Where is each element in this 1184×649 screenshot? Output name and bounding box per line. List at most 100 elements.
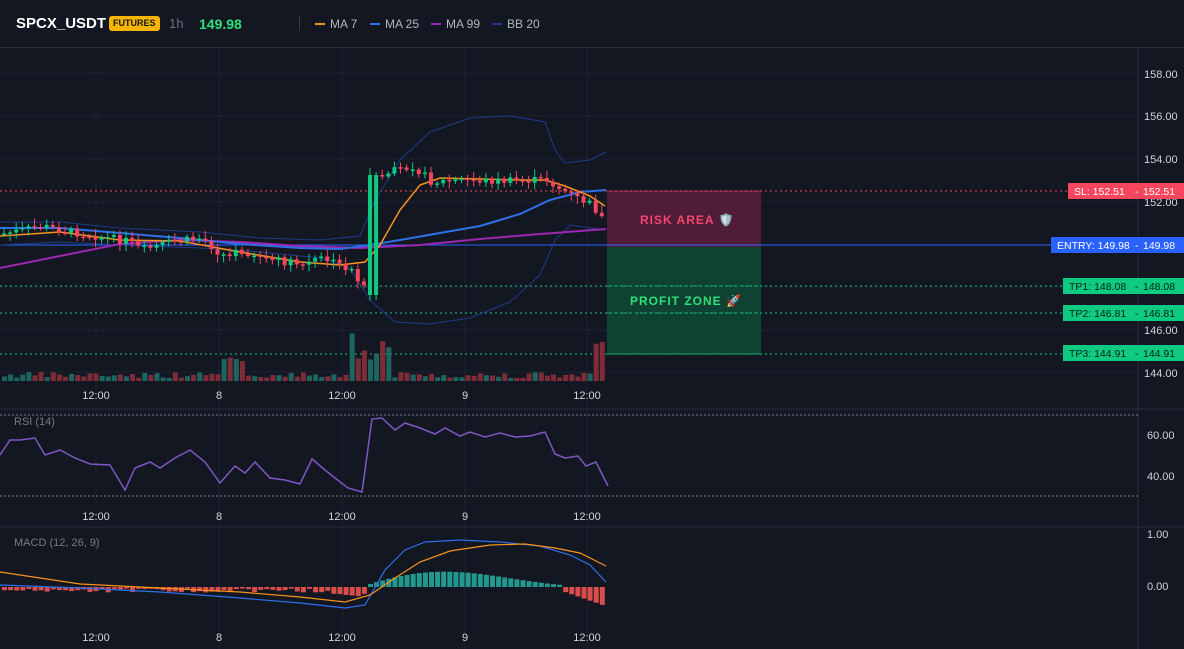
macd-histogram-bar <box>557 584 563 587</box>
macd-histogram-bar <box>502 577 508 587</box>
macd-histogram-bar <box>569 587 575 595</box>
candle-body <box>459 178 464 181</box>
volume-bar <box>26 372 32 381</box>
macd-histogram-bar <box>514 579 520 587</box>
candle-body <box>368 175 372 295</box>
volume-bar <box>587 373 593 381</box>
candle-body <box>14 229 19 233</box>
volume-bar <box>300 372 306 381</box>
candle-body <box>361 281 366 286</box>
volume-bar <box>410 374 416 381</box>
volume-bar <box>252 376 258 381</box>
volume-bar <box>136 377 142 381</box>
volume-bar <box>142 372 148 381</box>
macd-histogram-bar <box>8 587 14 591</box>
candle-body <box>191 236 196 240</box>
candle-body <box>343 263 348 271</box>
macd-histogram-bar <box>471 573 477 587</box>
volume-bar <box>148 375 154 381</box>
macd-histogram-bar <box>166 587 172 592</box>
macd-histogram-bar <box>477 574 483 587</box>
tp1-label[interactable]: TP1: 148.08 148.08 - <box>1063 278 1184 294</box>
candle-body <box>105 237 110 239</box>
candle-body <box>294 259 299 265</box>
candle-body <box>276 257 281 260</box>
candle-body <box>331 259 336 262</box>
time-tick: 12:00 <box>573 511 601 523</box>
volume-bar <box>75 375 81 381</box>
macd-histogram-bar <box>349 587 355 596</box>
candle-body <box>300 264 305 266</box>
tp1-label-dash: - <box>1135 281 1139 293</box>
volume-bar <box>398 372 404 381</box>
time-tick: 9 <box>462 632 468 644</box>
candle-body <box>239 249 244 255</box>
time-axis-main[interactable]: 12:00 8 12:00 9 12:00 <box>82 390 601 402</box>
price-axis[interactable]: 158.00 156.00 154.00 152.00 146.00 144.0… <box>1144 69 1178 380</box>
macd-histogram-bar <box>239 587 245 589</box>
candle-body <box>227 254 232 257</box>
sl-axis-price: 152.51 <box>1143 186 1175 198</box>
volume-bar <box>294 376 300 381</box>
volume-bar <box>117 374 123 381</box>
macd-histogram-bar <box>593 587 599 603</box>
rsi-tick: 60.00 <box>1147 430 1175 442</box>
candle-body <box>93 236 98 240</box>
entry-label[interactable]: ENTRY: 149.98 149.98 - <box>1051 237 1184 253</box>
volume-bar <box>130 374 136 381</box>
candle-body <box>203 238 208 241</box>
volume-bar <box>44 377 50 381</box>
volume-bar <box>264 377 270 381</box>
candle-body <box>87 236 92 239</box>
macd-histogram-bar <box>288 587 294 589</box>
volume-bar <box>233 359 239 381</box>
time-tick: 12:00 <box>328 632 356 644</box>
candle-body <box>270 257 275 260</box>
volume-bar <box>557 377 563 381</box>
candle-body <box>282 257 287 266</box>
candle-body <box>544 177 549 182</box>
rsi-axis: 60.00 40.00 <box>1147 430 1175 483</box>
candle-body <box>386 173 391 177</box>
price-tick: 154.00 <box>1144 154 1178 166</box>
candle-body <box>496 178 501 184</box>
candle-body <box>538 176 543 179</box>
profit-zone-label: PROFIT ZONE 🚀 <box>630 294 742 308</box>
macd-histogram-bar <box>185 587 190 589</box>
macd-histogram-bar <box>398 576 404 587</box>
volume-bar <box>160 377 166 381</box>
macd-histogram-bar <box>233 587 239 590</box>
tp2-axis-price: 146.81 <box>1143 308 1175 320</box>
macd-histogram-bar <box>368 584 373 587</box>
volume-bar <box>172 372 178 381</box>
volume-bar <box>246 375 251 381</box>
volume-bar <box>435 377 441 381</box>
macd-histogram-bar <box>325 587 331 591</box>
candle-body <box>209 240 214 250</box>
candle-body <box>154 244 159 248</box>
volume-bar <box>593 343 599 381</box>
candle-body <box>56 226 61 233</box>
volume-bar <box>490 375 495 381</box>
sl-label[interactable]: SL: 152.51 152.51 - <box>1068 183 1184 199</box>
time-tick: 12:00 <box>82 390 110 402</box>
volume-bar <box>63 376 68 381</box>
time-tick: 9 <box>462 511 468 523</box>
tp3-label[interactable]: TP3: 144.91 144.91 - <box>1063 345 1184 361</box>
volume-bar <box>215 374 221 381</box>
tp2-label[interactable]: TP2: 146.81 146.81 - <box>1063 305 1184 321</box>
macd-histogram-bar <box>490 575 495 587</box>
entry-axis-price: 149.98 <box>1143 240 1175 252</box>
macd-histogram-bar <box>453 571 459 587</box>
macd-histogram-bar <box>526 581 532 587</box>
volume-bar <box>337 377 343 381</box>
volume-bar <box>178 377 184 381</box>
volume-bar <box>203 375 209 381</box>
time-tick: 12:00 <box>82 511 110 523</box>
volume-bar <box>221 359 227 381</box>
macd-histogram-bar <box>581 587 587 599</box>
trading-chart[interactable]: RISK AREA 🛡️ PROFIT ZONE 🚀 158.00 156.00… <box>0 0 1184 649</box>
volume-bar <box>307 375 312 381</box>
candle-body <box>75 228 80 237</box>
volume-bar <box>477 373 483 381</box>
